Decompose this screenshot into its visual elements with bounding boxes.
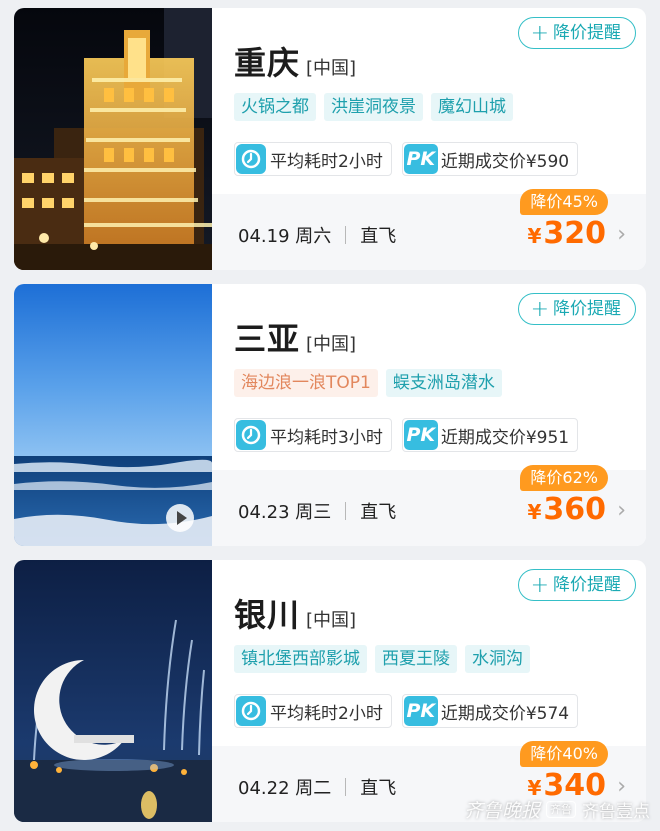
recent-price-stat: PK 近期成交价¥574 bbox=[401, 694, 579, 728]
currency-symbol: ¥ bbox=[527, 224, 542, 248]
price-alert-label: 降价提醒 bbox=[553, 298, 621, 319]
destination-photo[interactable] bbox=[14, 560, 212, 822]
tag-hot: 海边浪一浪TOP1 bbox=[234, 369, 378, 397]
flight-footer[interactable]: 04.23 周三 直飞 降价62% ¥ 360 › bbox=[212, 465, 646, 546]
pk-icon: PK bbox=[403, 696, 438, 726]
country-label: [中国] bbox=[306, 334, 357, 355]
tag: 洪崖洞夜景 bbox=[324, 93, 423, 121]
divider bbox=[345, 226, 347, 244]
chevron-right-icon[interactable]: › bbox=[617, 500, 626, 522]
city-name: 银川 bbox=[234, 596, 301, 634]
country-label: [中国] bbox=[306, 58, 357, 79]
destination-photo[interactable] bbox=[14, 8, 212, 270]
tag-list: 火锅之都 洪崖洞夜景 魔幻山城 bbox=[234, 93, 513, 121]
price-alert-label: 降价提醒 bbox=[553, 574, 621, 595]
price-alert-label: 降价提醒 bbox=[553, 22, 621, 43]
tag-list: 海边浪一浪TOP1 蜈支洲岛潜水 bbox=[234, 369, 502, 397]
duration-text: 平均耗时3小时 bbox=[270, 427, 383, 448]
tag: 水洞沟 bbox=[465, 645, 530, 673]
country-label: [中国] bbox=[306, 610, 357, 631]
tag: 火锅之都 bbox=[234, 93, 316, 121]
destination-photo[interactable] bbox=[14, 284, 212, 546]
duration-stat: 平均耗时3小时 bbox=[234, 418, 392, 452]
price-alert-button[interactable]: + 降价提醒 bbox=[517, 17, 636, 49]
flight-date-line: 04.22 周二 直飞 bbox=[238, 774, 396, 800]
city-header: 重庆 [中国] bbox=[234, 38, 356, 84]
city-name: 重庆 bbox=[234, 44, 301, 82]
watermark: 齐鲁晚报 齐鲁 齐鲁壹点 bbox=[464, 796, 650, 823]
recent-price-text: 近期成交价¥951 bbox=[440, 427, 570, 448]
play-video-icon[interactable] bbox=[166, 504, 194, 532]
flight-date-line: 04.23 周三 直飞 bbox=[238, 498, 396, 524]
clock-icon bbox=[236, 144, 266, 174]
duration-stat: 平均耗时2小时 bbox=[234, 694, 392, 728]
plus-icon: + bbox=[530, 572, 549, 598]
tag: 魔幻山城 bbox=[431, 93, 513, 121]
clock-icon bbox=[236, 696, 266, 726]
city-name: 三亚 bbox=[234, 320, 301, 358]
price-amount: 360 bbox=[543, 492, 606, 527]
price: ¥ 320 bbox=[527, 216, 606, 251]
price-alert-button[interactable]: + 降价提醒 bbox=[517, 569, 636, 601]
price-alert-button[interactable]: + 降价提醒 bbox=[517, 293, 636, 325]
tag: 西夏王陵 bbox=[375, 645, 457, 673]
duration-text: 平均耗时2小时 bbox=[270, 151, 383, 172]
divider bbox=[345, 778, 347, 796]
stats-row: 平均耗时3小时 PK 近期成交价¥951 bbox=[234, 418, 579, 452]
discount-badge: 降价45% bbox=[520, 189, 608, 215]
flight-date: 04.22 周二 bbox=[238, 778, 332, 799]
recent-price-stat: PK 近期成交价¥951 bbox=[401, 418, 579, 452]
divider bbox=[345, 502, 347, 520]
city-header: 银川 [中国] bbox=[234, 590, 356, 636]
plus-icon: + bbox=[530, 296, 549, 322]
destination-card-sanya[interactable]: + 降价提醒 三亚 [中国] 海边浪一浪TOP1 蜈支洲岛潜水 平均耗时3小时 … bbox=[14, 284, 646, 546]
flight-date: 04.19 周六 bbox=[238, 226, 332, 247]
duration-stat: 平均耗时2小时 bbox=[234, 142, 392, 176]
flight-type: 直飞 bbox=[360, 778, 397, 799]
recent-price-text: 近期成交价¥590 bbox=[440, 151, 570, 172]
city-header: 三亚 [中国] bbox=[234, 314, 356, 360]
pk-icon: PK bbox=[403, 420, 438, 450]
flight-date: 04.23 周三 bbox=[238, 502, 332, 523]
clock-icon bbox=[236, 420, 266, 450]
chevron-right-icon[interactable]: › bbox=[617, 776, 626, 798]
pk-icon: PK bbox=[403, 144, 438, 174]
flight-footer[interactable]: 04.19 周六 直飞 降价45% ¥ 320 › bbox=[212, 189, 646, 270]
price: ¥ 360 bbox=[527, 492, 606, 527]
chevron-right-icon[interactable]: › bbox=[617, 224, 626, 246]
flight-date-line: 04.19 周六 直飞 bbox=[238, 222, 396, 248]
stats-row: 平均耗时2小时 PK 近期成交价¥574 bbox=[234, 694, 579, 728]
flight-type: 直飞 bbox=[360, 226, 397, 247]
currency-symbol: ¥ bbox=[527, 500, 542, 524]
discount-badge: 降价62% bbox=[520, 465, 608, 491]
tag-list: 镇北堡西部影城 西夏王陵 水洞沟 bbox=[234, 645, 530, 673]
flight-type: 直飞 bbox=[360, 502, 397, 523]
duration-text: 平均耗时2小时 bbox=[270, 703, 383, 724]
plus-icon: + bbox=[530, 20, 549, 46]
watermark-logo: 齐鲁晚报 bbox=[463, 800, 540, 822]
tag: 镇北堡西部影城 bbox=[234, 645, 367, 673]
watermark-badge: 齐鲁 bbox=[546, 801, 576, 818]
destination-card-yinchuan[interactable]: + 降价提醒 银川 [中国] 镇北堡西部影城 西夏王陵 水洞沟 平均耗时2小时 … bbox=[14, 560, 646, 822]
stats-row: 平均耗时2小时 PK 近期成交价¥590 bbox=[234, 142, 579, 176]
destination-card-chongqing[interactable]: + 降价提醒 重庆 [中国] 火锅之都 洪崖洞夜景 魔幻山城 平均耗时2小时 P… bbox=[14, 8, 646, 270]
discount-badge: 降价40% bbox=[520, 741, 608, 767]
recent-price-stat: PK 近期成交价¥590 bbox=[401, 142, 579, 176]
recent-price-text: 近期成交价¥574 bbox=[440, 703, 570, 724]
tag: 蜈支洲岛潜水 bbox=[385, 369, 502, 397]
watermark-text: 齐鲁壹点 bbox=[582, 802, 650, 822]
price-amount: 320 bbox=[543, 216, 606, 251]
